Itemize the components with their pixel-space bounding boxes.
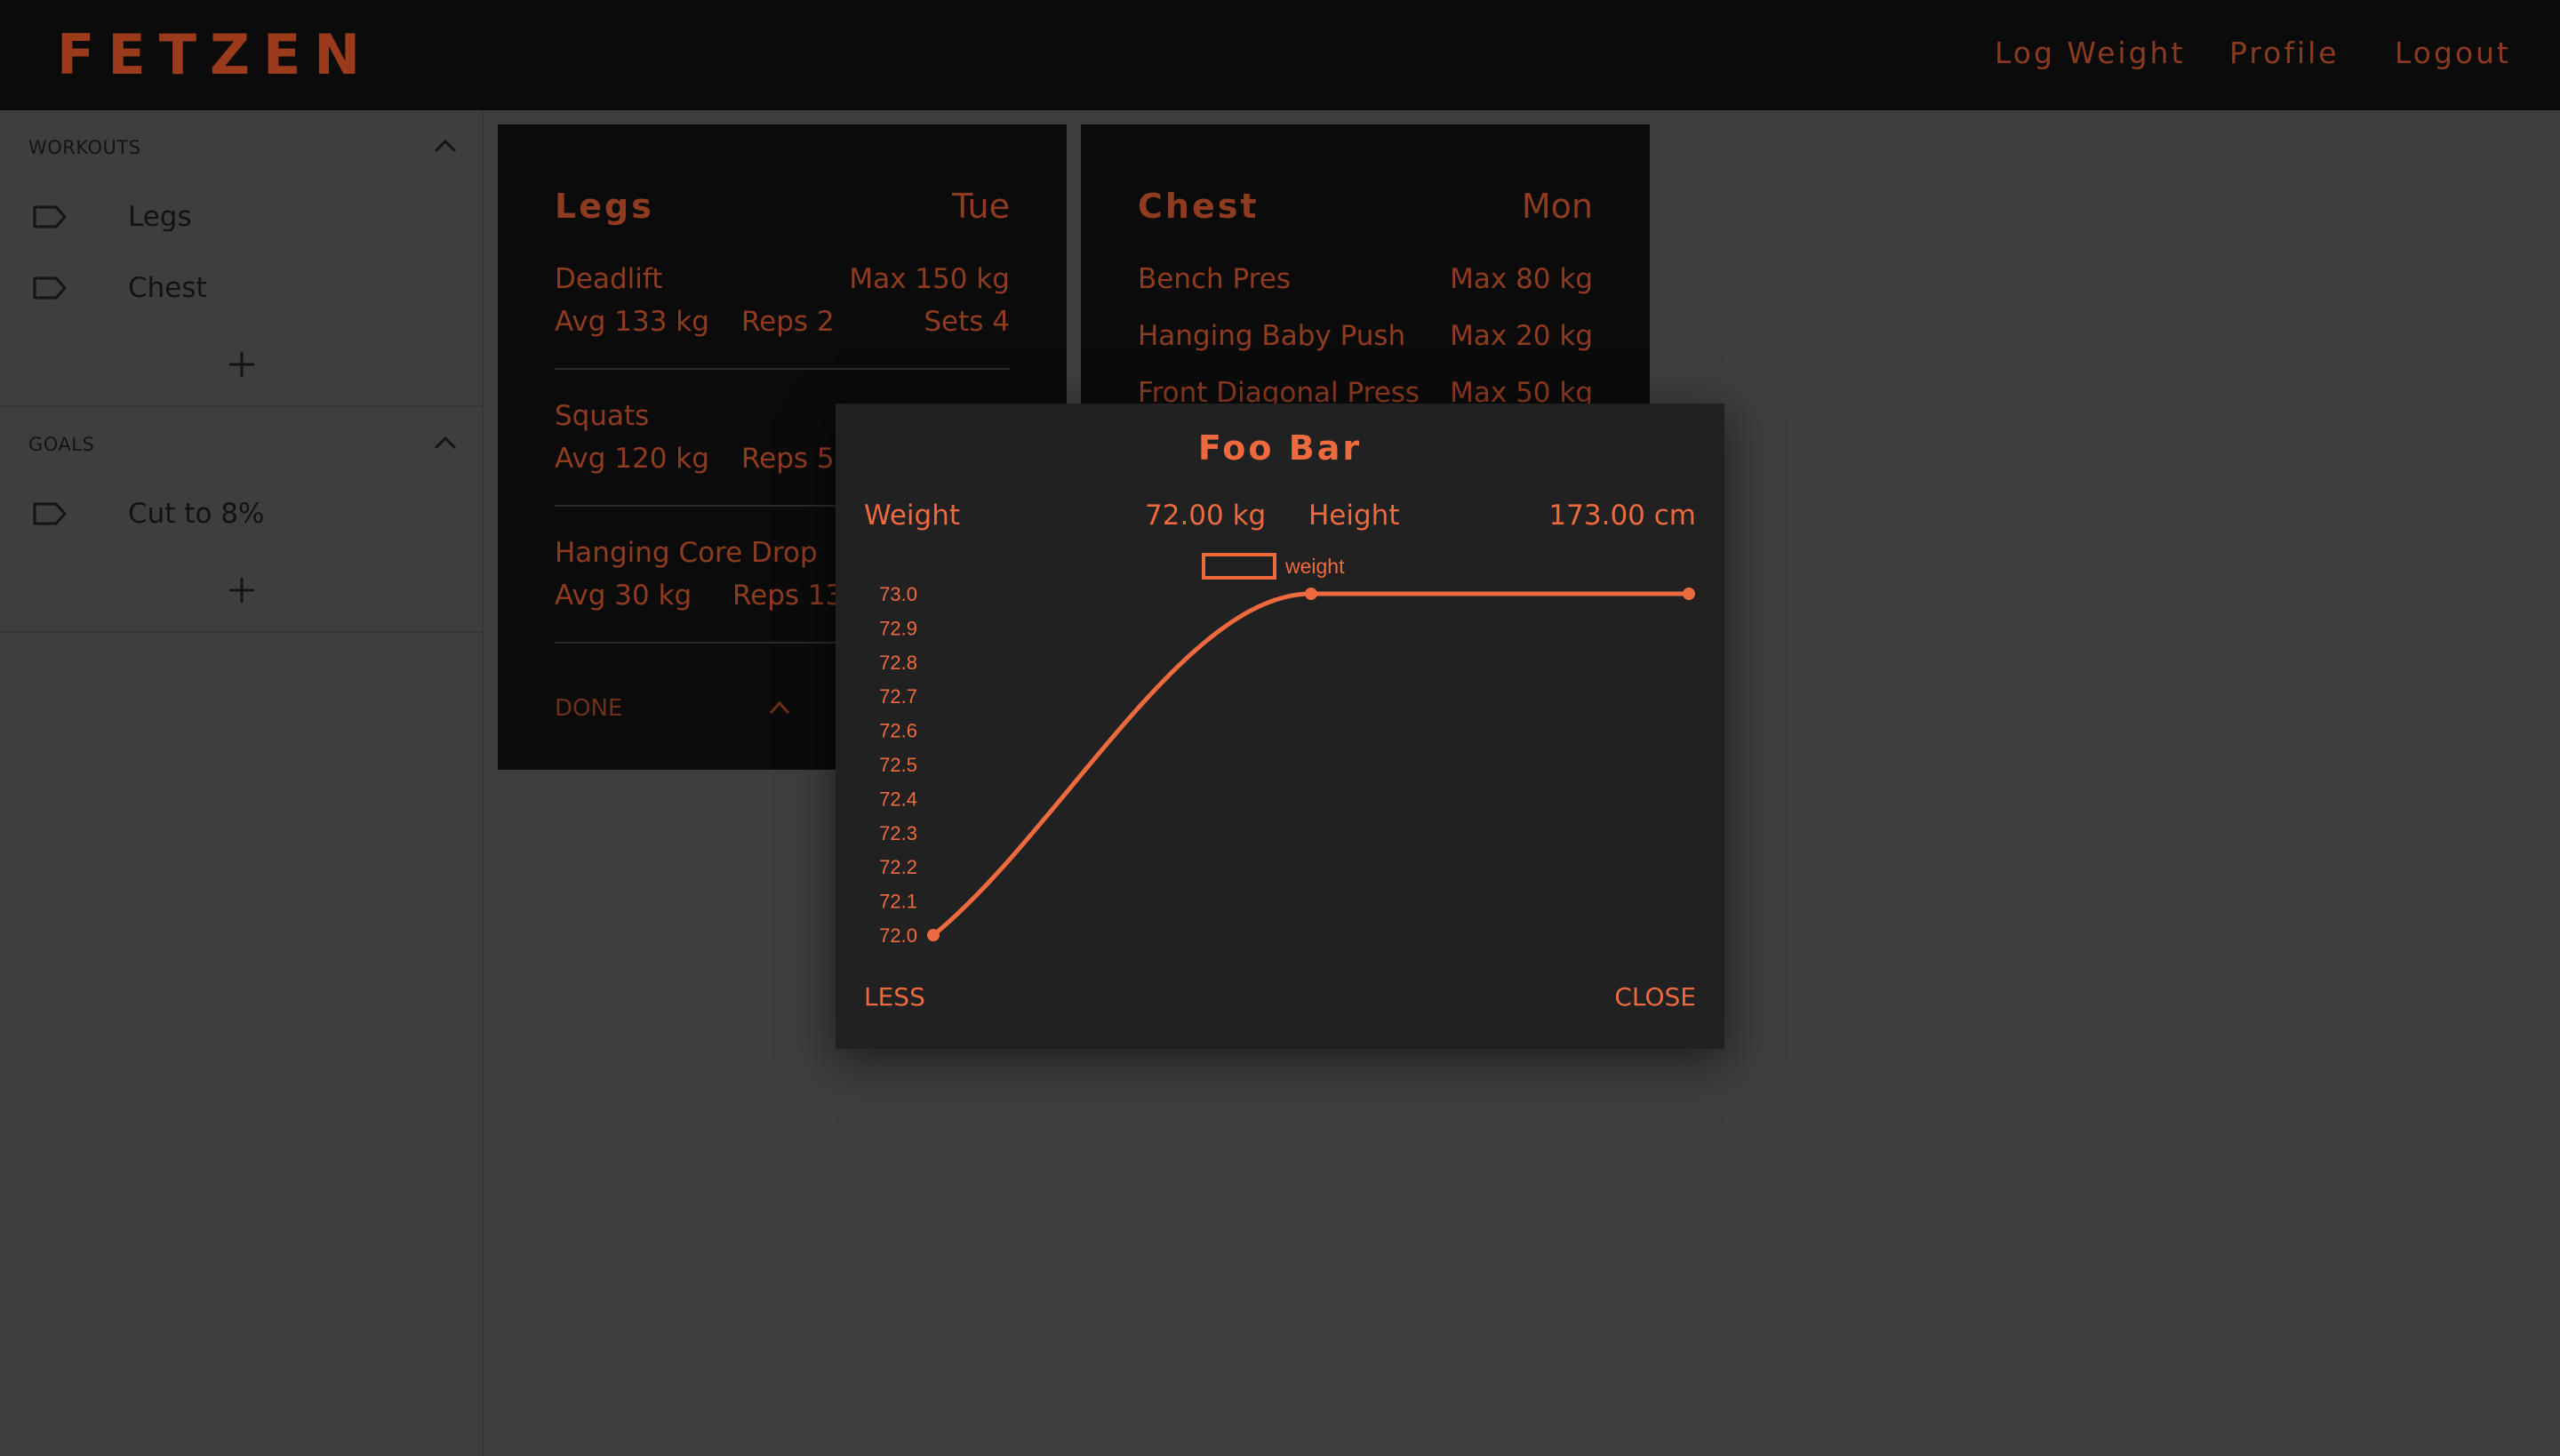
exercise-avg: Avg 30 kg	[555, 580, 692, 612]
exercise-name: Deadlift	[555, 263, 663, 295]
nav-logout-link[interactable]: Logout	[2395, 34, 2511, 73]
exercise-sets: Sets 4	[924, 306, 1010, 338]
done-button[interactable]: DONE	[555, 693, 622, 724]
chevron-up-icon[interactable]	[432, 137, 459, 155]
label-tag-icon	[33, 276, 67, 300]
card-title: Legs	[555, 187, 654, 226]
data-point[interactable]	[1683, 588, 1695, 600]
close-button[interactable]: CLOSE	[1614, 981, 1696, 1013]
exercise-reps: Reps 2	[741, 306, 835, 338]
exercise-avg: Avg 133 kg	[555, 306, 709, 338]
add-goal-plus-icon[interactable]	[228, 576, 256, 604]
weight-series-line	[932, 591, 1689, 937]
y-tick-label: 72.8	[879, 652, 917, 674]
app-logo[interactable]: FETZEN	[57, 23, 373, 87]
section-divider	[0, 405, 482, 407]
y-tick-label: 72.3	[879, 822, 917, 844]
exercise-avg: Avg 120 kg	[555, 443, 709, 475]
exercise-name: Hanging Core Drop	[555, 537, 818, 569]
data-point[interactable]	[927, 929, 940, 941]
add-workout-plus-icon[interactable]	[228, 350, 256, 379]
y-tick-label: 72.7	[879, 685, 917, 708]
nav-log-weight-link[interactable]: Log Weight	[1995, 34, 2185, 73]
legend-label[interactable]: weight	[1284, 555, 1345, 578]
y-tick-label: 72.1	[879, 891, 917, 913]
sidebar: WORKOUTS Legs Chest GOALS Cut to 8%	[0, 110, 484, 1456]
weight-modal: Foo Bar Weight 72.00 kg Height 173.00 cm…	[836, 404, 1724, 1049]
y-tick-label: 72.5	[879, 754, 917, 776]
y-tick-label: 72.4	[879, 788, 917, 810]
section-divider	[0, 631, 482, 633]
chevron-up-icon[interactable]	[768, 700, 791, 716]
y-tick-label: 72.9	[879, 617, 917, 639]
card-day: Mon	[1521, 187, 1593, 226]
card-title: Chest	[1138, 187, 1260, 226]
workouts-section-title: WORKOUTS	[28, 137, 141, 158]
sidebar-item-chest[interactable]: Chest	[128, 270, 207, 306]
label-tag-icon	[33, 502, 67, 525]
y-tick-label: 73.0	[879, 583, 917, 605]
y-tick-label: 72.0	[879, 924, 917, 947]
sidebar-item-legs[interactable]: Legs	[128, 199, 192, 235]
workout-card-chest[interactable]: Chest Mon Bench Pres Max 80 kg Hanging B…	[1081, 124, 1650, 409]
chevron-up-icon[interactable]	[432, 434, 459, 452]
exercise-max: Max 150 kg	[849, 263, 1010, 295]
nav-profile-link[interactable]: Profile	[2229, 34, 2340, 73]
exercise-name: Squats	[555, 400, 650, 432]
exercise-reps: Reps 13	[732, 580, 844, 612]
sidebar-item-goal[interactable]: Cut to 8%	[128, 496, 264, 532]
exercise-name: Hanging Baby Push	[1138, 320, 1406, 352]
data-point[interactable]	[1305, 588, 1317, 600]
exercise-max: Max 80 kg	[1450, 263, 1593, 295]
exercise-name: Bench Pres	[1138, 263, 1291, 295]
label-tag-icon	[33, 205, 67, 228]
top-navbar: FETZEN Log Weight Profile Logout	[0, 0, 2560, 110]
y-tick-label: 72.6	[879, 720, 917, 742]
goals-section-title: GOALS	[28, 434, 95, 455]
y-tick-label: 72.2	[879, 856, 917, 878]
exercise-reps: Reps 5	[741, 443, 835, 475]
exercise-divider	[555, 368, 1010, 370]
less-button[interactable]: LESS	[864, 981, 925, 1013]
weight-line-chart: 73.0 72.9 72.8 72.7 72.6 72.5 72.4 72.3 72.2 72.1…	[879, 553, 1695, 947]
card-day: Tue	[952, 187, 1010, 226]
legend-swatch[interactable]	[1202, 553, 1276, 580]
exercise-max: Max 20 kg	[1450, 320, 1593, 352]
